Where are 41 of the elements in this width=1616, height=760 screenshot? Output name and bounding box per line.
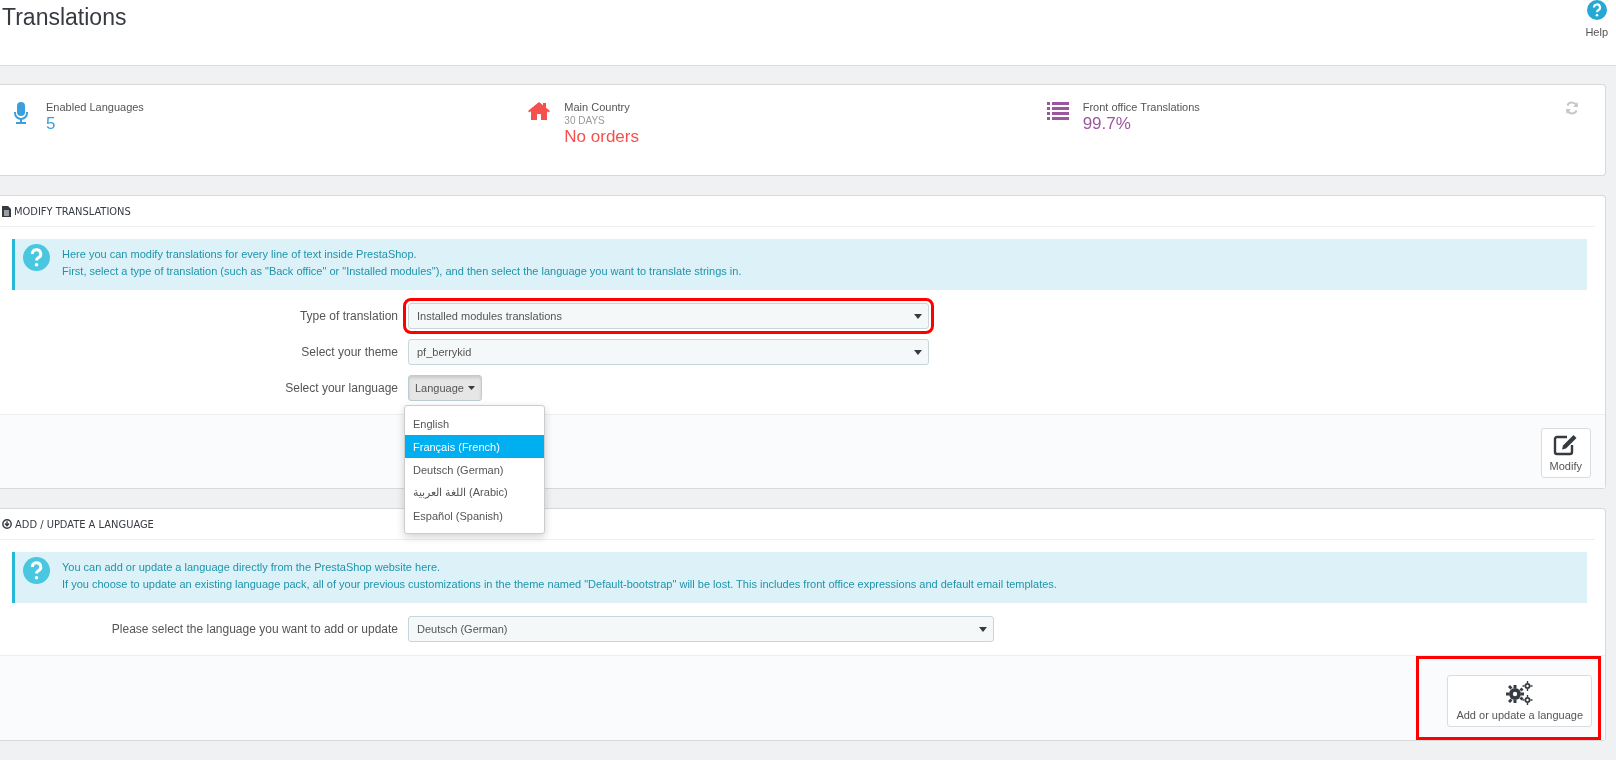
menu-item[interactable]: Español (Spanish) [405, 504, 544, 527]
edit-icon [1553, 434, 1579, 456]
caret-icon [914, 313, 922, 319]
kpi-label: Enabled Languages [46, 101, 144, 113]
question-icon [23, 557, 50, 584]
kpi-period: 30 DAYS [564, 115, 605, 126]
alert-text: You can add or update a language directly from the PrestaShop website here. [62, 560, 442, 575]
caret-icon [467, 386, 475, 390]
help-button[interactable]: Help [1585, 0, 1616, 38]
download-circle-icon [2, 519, 12, 529]
alert-text: First, select a type of translation (such as "Back office" or "Installed modules"), and then select the language you want to translate strings in. [62, 264, 742, 279]
add-language-button[interactable]: Add or update a language [1447, 675, 1592, 727]
field-label: Select your theme [300, 345, 398, 359]
kpi-value: No orders [564, 127, 639, 147]
language-dropdown[interactable]: Language [408, 375, 482, 401]
modify-button[interactable]: Modify [1540, 428, 1591, 478]
alert-text: Here you can modify translations for every line of text inside PrestaShop. [62, 247, 418, 262]
caret-icon [979, 626, 987, 632]
field-label: Please select the language you want to add or update [110, 622, 398, 636]
kpi-label: Front office Translations [1082, 101, 1200, 113]
microphone-icon [14, 102, 28, 124]
menu-item[interactable]: اللغة العربية (Arabic) [405, 481, 544, 504]
menu-item[interactable]: Deutsch (German) [405, 458, 544, 481]
refresh-icon[interactable] [1565, 101, 1579, 115]
kpi-value: 5 [46, 114, 56, 134]
select-field[interactable]: Deutsch (German) [408, 616, 994, 642]
gears-icon [1506, 681, 1534, 705]
question-icon [23, 244, 50, 271]
panel-title: ADD / UPDATE A LANGUAGE [15, 517, 154, 531]
house-icon [528, 102, 551, 120]
menu-item[interactable]: English [405, 412, 544, 435]
panel-title: MODIFY TRANSLATIONS [14, 204, 131, 218]
field-label: Select your language [284, 381, 398, 395]
page-title: Translations [1, 3, 127, 31]
kpi-label: Main Country [564, 101, 630, 113]
alert-text: If you choose to update an existing language pack, all of your previous customizations in the theme named "Default-bootstrap" will be lost. This includes front office expressions and default email templates. [62, 577, 1057, 592]
field-label: Type of translation [298, 309, 398, 323]
list-icon [1046, 102, 1069, 120]
kpi-value: 99.7% [1082, 114, 1131, 134]
select-field[interactable]: pf_berrykid [408, 339, 929, 365]
caret-icon [914, 349, 922, 355]
